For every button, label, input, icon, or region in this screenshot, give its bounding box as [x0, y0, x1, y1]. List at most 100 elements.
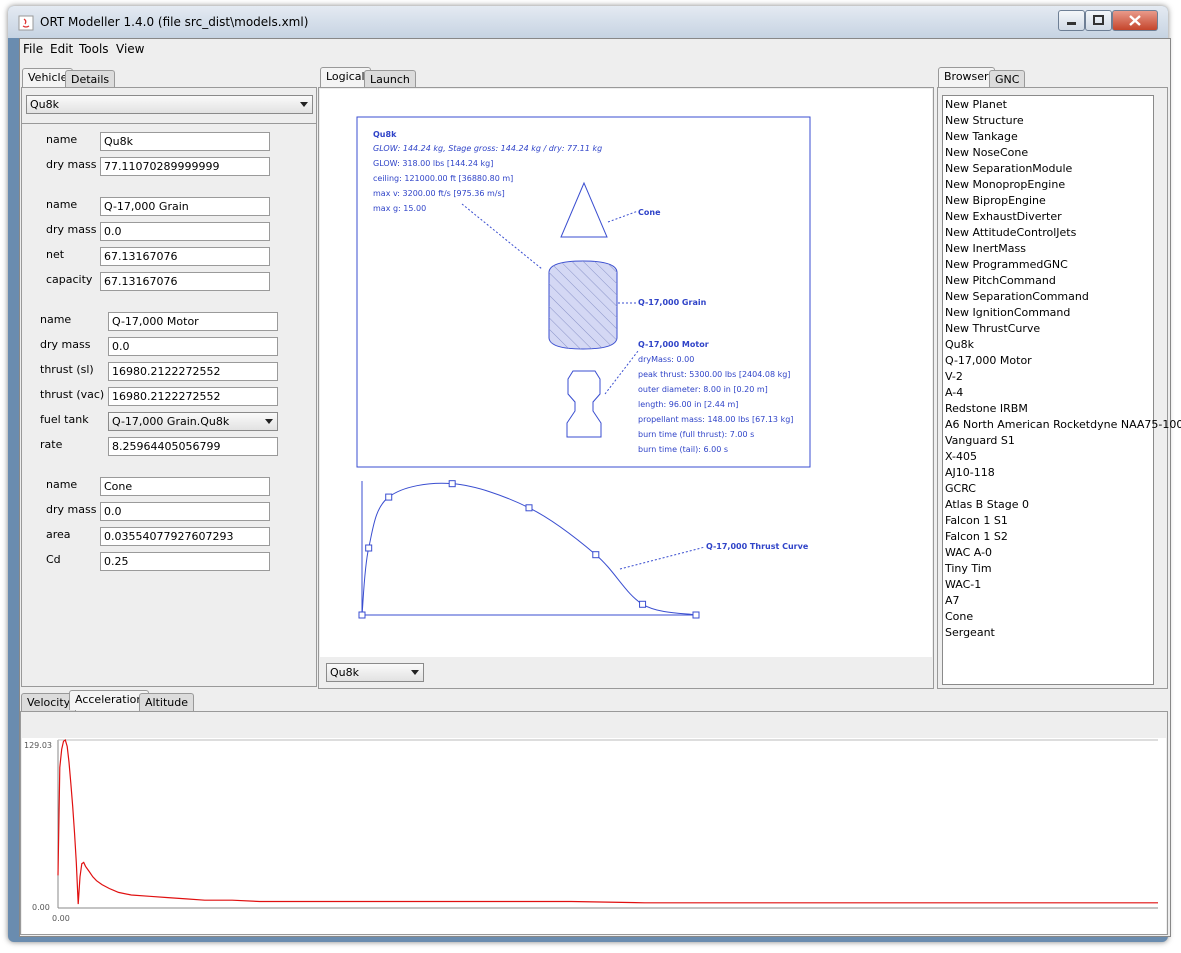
list-item[interactable]: New Tankage — [945, 130, 1018, 143]
summary-line-3: ceiling: 121000.00 ft [36880.80 m] — [373, 174, 513, 183]
list-item[interactable]: New MonopropEngine — [945, 178, 1065, 191]
cone-dry-mass-field[interactable]: 0.0 — [100, 502, 270, 521]
list-item[interactable]: A-4 — [945, 386, 963, 399]
thrust-curve-handle[interactable] — [365, 544, 373, 552]
cone-label: Cone — [638, 208, 661, 217]
list-item[interactable]: Cone — [945, 610, 973, 623]
list-item[interactable]: V-2 — [945, 370, 963, 383]
tab-browser[interactable]: Browser — [938, 67, 995, 87]
cone-area-label: area — [46, 528, 71, 541]
list-item[interactable]: Atlas B Stage 0 — [945, 498, 1029, 511]
tank-net-field[interactable]: 67.13167076 — [100, 247, 270, 266]
thrust-curve-handle[interactable] — [385, 493, 393, 501]
list-item[interactable]: GCRC — [945, 482, 976, 495]
list-item[interactable]: New InertMass — [945, 242, 1026, 255]
list-item[interactable]: WAC-1 — [945, 578, 981, 591]
motor-title: Q-17,000 Motor — [638, 340, 709, 349]
left-panel: Qu8k name Qu8k dry mass 77.1107028999999… — [21, 87, 317, 687]
list-item[interactable]: Qu8k — [945, 338, 974, 351]
center-model-select[interactable]: Qu8k — [326, 663, 424, 682]
list-item[interactable]: New IgnitionCommand — [945, 306, 1070, 319]
right-panel: New Planet New Structure New Tankage New No… — [937, 87, 1181, 689]
list-item[interactable]: A7 — [945, 594, 960, 607]
application-window: ORT Modeller 1.4.0 (file src_dist\models… — [8, 6, 1181, 942]
thrust-curve-handle[interactable] — [639, 600, 647, 608]
list-item[interactable]: WAC A-0 — [945, 546, 992, 559]
tank-capacity-field[interactable]: 67.13167076 — [100, 272, 270, 291]
menu-edit[interactable]: Edit — [50, 42, 73, 56]
menu-view[interactable]: View — [116, 42, 144, 56]
list-item[interactable]: New BipropEngine — [945, 194, 1046, 207]
vehicle-name-field[interactable]: Qu8k — [100, 132, 270, 151]
menu-tools[interactable]: Tools — [79, 42, 109, 56]
list-item[interactable]: New Planet — [945, 98, 1007, 111]
list-item[interactable]: New ThrustCurve — [945, 322, 1040, 335]
vehicle-dry-mass-field[interactable]: 77.11070289999999 — [100, 157, 270, 176]
tab-launch[interactable]: Launch — [364, 70, 416, 88]
minimize-button[interactable] — [1058, 10, 1085, 31]
list-item[interactable]: New NoseCone — [945, 146, 1028, 159]
motor-rate-field[interactable]: 8.25964405056799 — [108, 437, 278, 456]
thrust-curve-handle[interactable] — [592, 551, 600, 559]
list-item[interactable]: New Structure — [945, 114, 1024, 127]
list-item[interactable]: Falcon 1 S1 — [945, 514, 1008, 527]
window-title: ORT Modeller 1.4.0 (file src_dist\models… — [40, 15, 309, 29]
tab-acceleration[interactable]: Acceleration — [69, 690, 150, 710]
list-item[interactable]: New ExhaustDiverter — [945, 210, 1062, 223]
motor-fuel-tank-label: fuel tank — [40, 413, 89, 426]
list-item[interactable]: New SeparationModule — [945, 162, 1072, 175]
maximize-button[interactable] — [1085, 10, 1112, 31]
tab-velocity[interactable]: Velocity — [21, 693, 77, 711]
motor-fuel-tank-select[interactable]: Q-17,000 Grain.Qu8k — [108, 412, 278, 431]
motor-dry-mass-field[interactable]: 0.0 — [108, 337, 278, 356]
motor-shape[interactable] — [566, 370, 602, 438]
list-item[interactable]: New AttitudeControlJets — [945, 226, 1076, 239]
menu-bar: File Edit Tools View — [20, 39, 1170, 59]
motor-thrust-vac-field[interactable]: 16980.2122272552 — [108, 387, 278, 406]
chevron-down-icon — [411, 670, 419, 675]
thrust-curve-handle[interactable] — [358, 611, 366, 619]
list-item[interactable]: New SeparationCommand — [945, 290, 1089, 303]
list-item[interactable]: AJ10-118 — [945, 466, 995, 479]
cone-area-field[interactable]: 0.03554077927607293 — [100, 527, 270, 546]
tank-dry-mass-field[interactable]: 0.0 — [100, 222, 270, 241]
summary-name: Qu8k — [373, 130, 397, 139]
tab-gnc[interactable]: GNC — [989, 70, 1026, 88]
cone-cd-field[interactable]: 0.25 — [100, 552, 270, 571]
thrust-curve-handle[interactable] — [692, 611, 700, 619]
list-item[interactable]: Tiny Tim — [945, 562, 992, 575]
thrust-curve-handle[interactable] — [525, 504, 533, 512]
tab-details[interactable]: Details — [65, 70, 116, 88]
vehicle-select[interactable]: Qu8k — [26, 95, 313, 114]
tank-name-field[interactable]: Q-17,000 Grain — [100, 197, 270, 216]
thrust-curve-line[interactable] — [361, 482, 697, 616]
chevron-down-icon — [265, 419, 273, 424]
tab-altitude[interactable]: Altitude — [139, 693, 194, 711]
java-icon — [18, 15, 34, 31]
summary-leader — [461, 203, 543, 270]
list-item[interactable]: Q-17,000 Motor — [945, 354, 1032, 367]
motor-name-field[interactable]: Q-17,000 Motor — [108, 312, 278, 331]
list-item[interactable]: X-405 — [945, 450, 977, 463]
motor-info-6: burn time (full thrust): 7.00 s — [638, 430, 754, 439]
list-item[interactable]: New ProgrammedGNC — [945, 258, 1068, 271]
list-item[interactable]: Redstone IRBM — [945, 402, 1028, 415]
thrust-curve-handle[interactable] — [448, 480, 456, 488]
tab-logical[interactable]: Logical — [320, 67, 371, 87]
thrust-curve-leader — [619, 546, 706, 570]
list-item[interactable]: Falcon 1 S2 — [945, 530, 1008, 543]
cone-name-field[interactable]: Cone — [100, 477, 270, 496]
motor-dry-mass-label: dry mass — [40, 338, 91, 351]
nose-cone-shape[interactable] — [560, 181, 608, 238]
list-item[interactable]: A6 North American Rocketdyne NAA75-100 — [945, 418, 1181, 431]
motor-thrust-sl-field[interactable]: 16980.2122272552 — [108, 362, 278, 381]
grain-hatch — [549, 261, 617, 349]
client-area: File Edit Tools View Vehicle Details Qu8… — [19, 38, 1181, 937]
list-item[interactable]: Sergeant — [945, 626, 995, 639]
title-bar[interactable]: ORT Modeller 1.4.0 (file src_dist\models… — [8, 6, 1168, 38]
list-item[interactable]: New PitchCommand — [945, 274, 1056, 287]
list-item[interactable]: Vanguard S1 — [945, 434, 1015, 447]
menu-file[interactable]: File — [23, 42, 43, 56]
browser-list[interactable]: New Planet New Structure New Tankage New No… — [942, 95, 1181, 685]
close-button[interactable] — [1112, 10, 1158, 31]
